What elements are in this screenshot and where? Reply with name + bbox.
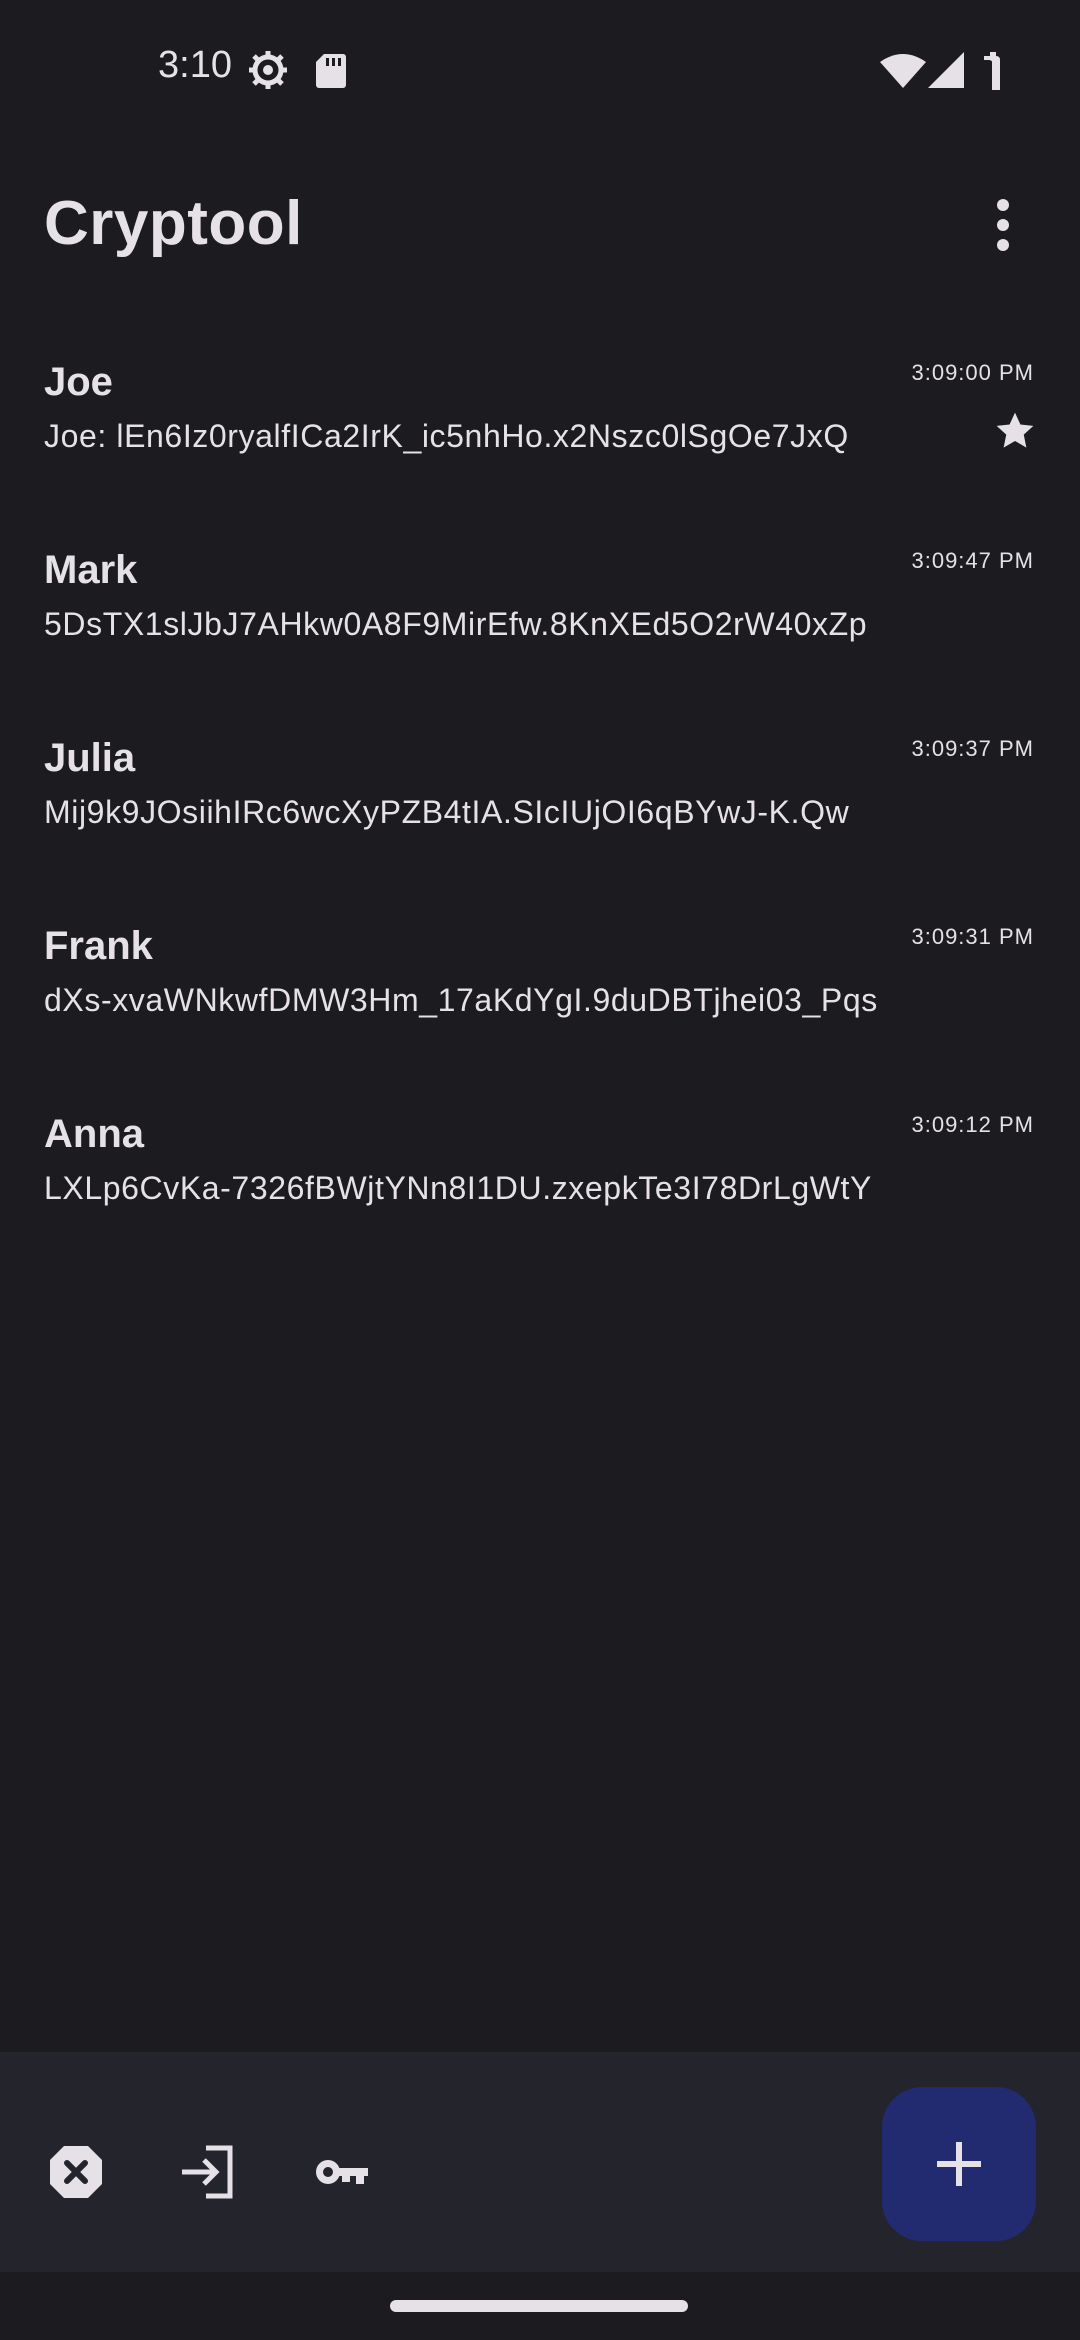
- sd-card-icon: [316, 54, 346, 88]
- close-octagon-icon[interactable]: [46, 2142, 106, 2202]
- battery-icon: [984, 52, 1000, 90]
- gesture-nav-handle[interactable]: [390, 2300, 688, 2312]
- message-preview: Mij9k9JOsiihIRc6wcXyPZB4tIA.SIcIUjOI6qBY…: [44, 794, 850, 830]
- signal-icon: [928, 52, 964, 88]
- conversation-list: Joe Joe: lEn6Iz0ryalfICa2IrK_ic5nhHo.x2N…: [0, 330, 1080, 1270]
- contact-name: Joe: [44, 360, 113, 404]
- more-vert-icon[interactable]: [976, 190, 1030, 260]
- message-preview: dXs-xvaWNkwfDMW3Hm_17aKdYgI.9duDBTjhei03…: [44, 982, 878, 1018]
- message-preview: LXLp6CvKa-7326fBWjtYNn8I1DU.zxepkTe3I78D…: [44, 1170, 872, 1206]
- plus-icon: [937, 2142, 981, 2186]
- message-time: 3:09:00 PM: [911, 360, 1034, 385]
- list-item[interactable]: Joe Joe: lEn6Iz0ryalfICa2IrK_ic5nhHo.x2N…: [0, 330, 1080, 518]
- screen: 3:10 Cryptool Joe Joe: lEn6Iz0ryalfICa2I…: [0, 0, 1080, 2340]
- list-item[interactable]: Anna LXLp6CvKa-7326fBWjtYNn8I1DU.zxepkTe…: [0, 1082, 1080, 1270]
- contact-name: Anna: [44, 1112, 144, 1156]
- wifi-icon: [880, 54, 926, 88]
- message-preview: 5DsTX1slJbJ7AHkw0A8F9MirEfw.8KnXEd5O2rW4…: [44, 606, 868, 642]
- bottom-app-bar: [0, 2052, 1080, 2272]
- list-item[interactable]: Julia Mij9k9JOsiihIRc6wcXyPZB4tIA.SIcIUj…: [0, 706, 1080, 894]
- message-time: 3:09:47 PM: [911, 548, 1034, 573]
- app-title: Cryptool: [44, 189, 303, 258]
- login-icon[interactable]: [178, 2142, 238, 2202]
- settings-icon: [249, 51, 287, 89]
- key-icon[interactable]: [312, 2142, 372, 2202]
- message-preview: Joe: lEn6Iz0ryalfICa2IrK_ic5nhHo.x2Nszc0…: [44, 418, 849, 454]
- status-time: 3:10: [158, 44, 232, 86]
- contact-name: Mark: [44, 548, 138, 592]
- list-item[interactable]: Frank dXs-xvaWNkwfDMW3Hm_17aKdYgI.9duDBT…: [0, 894, 1080, 1082]
- list-item[interactable]: Mark 5DsTX1slJbJ7AHkw0A8F9MirEfw.8KnXEd5…: [0, 518, 1080, 706]
- message-time: 3:09:12 PM: [911, 1112, 1034, 1137]
- contact-name: Frank: [44, 924, 153, 968]
- star-icon: [996, 412, 1034, 448]
- message-time: 3:09:31 PM: [911, 924, 1034, 949]
- contact-name: Julia: [44, 736, 136, 780]
- message-time: 3:09:37 PM: [911, 736, 1034, 761]
- add-button[interactable]: [882, 2087, 1036, 2241]
- status-bar: 3:10: [0, 0, 1080, 140]
